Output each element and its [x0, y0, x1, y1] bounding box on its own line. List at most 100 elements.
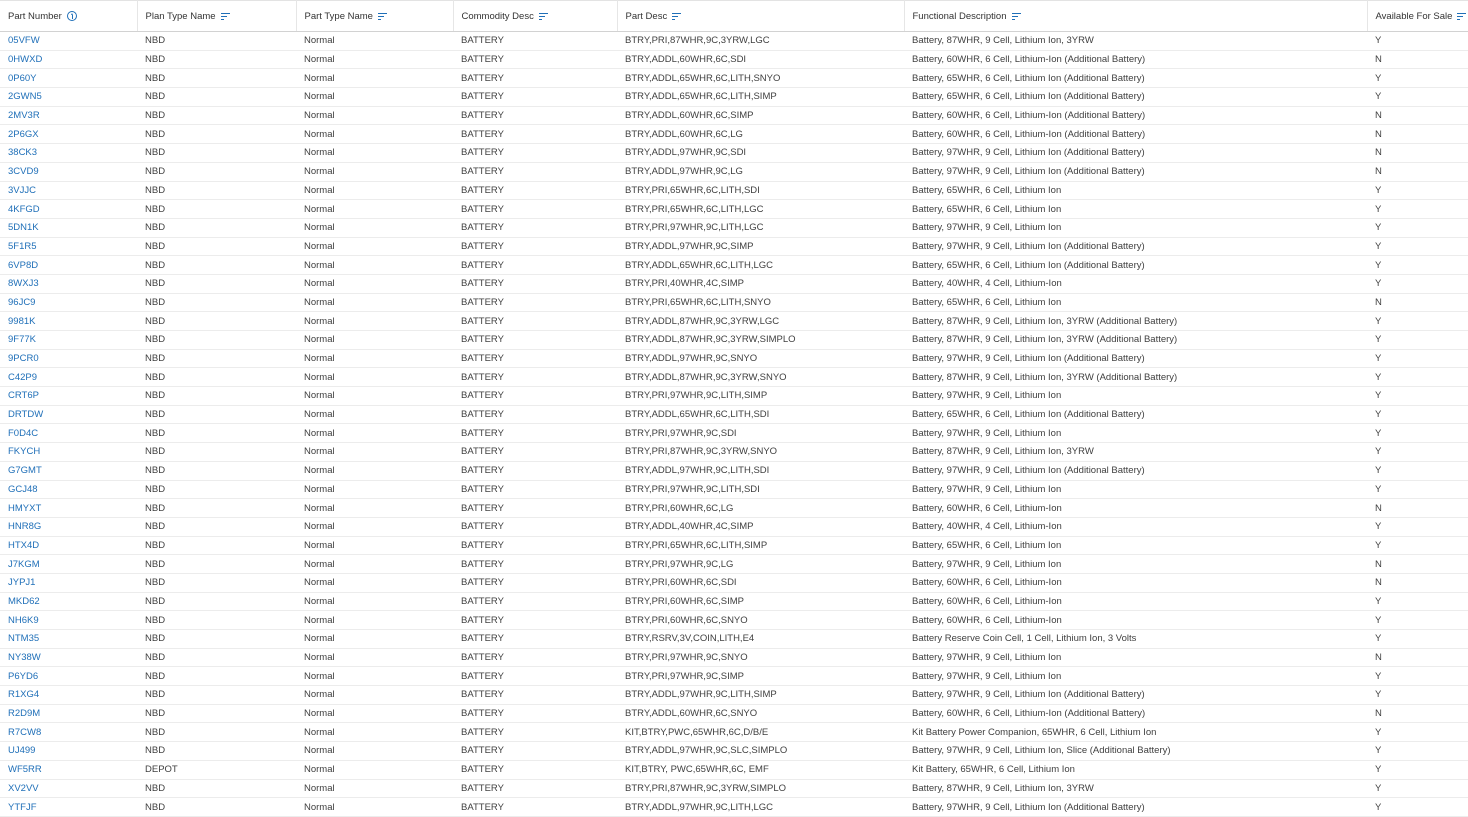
- part-number-link[interactable]: WF5RR: [0, 760, 137, 780]
- part-number-link[interactable]: 2MV3R: [0, 106, 137, 126]
- table-row[interactable]: P6YD6 NBD Normal BATTERY BTRY,PRI,97WHR,9C,S…: [0, 666, 1468, 687]
- filter-icon[interactable]: [1457, 12, 1467, 20]
- table-row[interactable]: 5DN1K NBD Normal BATTERY BTRY,PRI,97WHR,9C,L…: [0, 218, 1468, 238]
- table-row[interactable]: HTX4D NBD Normal BATTERY BTRY,PRI,65WHR,6C,L…: [0, 536, 1468, 556]
- part-number-link[interactable]: 9981K: [0, 311, 137, 331]
- part-number-link[interactable]: JYPJ1: [0, 573, 137, 593]
- table-row[interactable]: HMYXT NBD Normal BATTERY BTRY,PRI,60WHR,6C,L…: [0, 498, 1468, 518]
- part-number-link[interactable]: 4KFGD: [0, 199, 137, 219]
- table-row[interactable]: HNR8G NBD Normal BATTERY BTRY,ADDL,40WHR,4C,…: [0, 517, 1468, 537]
- sort-ascending-icon[interactable]: [66, 11, 77, 21]
- table-row[interactable]: FKYCH NBD Normal BATTERY BTRY,PRI,87WHR,9C,3…: [0, 442, 1468, 462]
- column-header-plan-type-name[interactable]: Plan Type Name: [137, 0, 297, 32]
- table-row[interactable]: 8WXJ3 NBD Normal BATTERY BTRY,PRI,40WHR,4C,S…: [0, 274, 1468, 294]
- part-number-link[interactable]: NH6K9: [0, 610, 137, 630]
- table-row[interactable]: 2MV3R NBD Normal BATTERY BTRY,ADDL,60WHR,6C,…: [0, 106, 1468, 126]
- table-row[interactable]: R7CW8 NBD Normal BATTERY KIT,BTRY,PWC,65WHR,…: [0, 722, 1468, 743]
- part-number-link[interactable]: YTFJF: [0, 797, 137, 817]
- part-number-link[interactable]: 0HWXD: [0, 50, 137, 70]
- part-number-link[interactable]: R7CW8: [0, 722, 137, 743]
- table-row[interactable]: F0D4C NBD Normal BATTERY BTRY,PRI,97WHR,9C,S…: [0, 423, 1468, 444]
- filter-icon[interactable]: [1011, 12, 1021, 20]
- table-row[interactable]: NH6K9 NBD Normal BATTERY BTRY,PRI,60WHR,6C,S…: [0, 610, 1468, 630]
- part-number-link[interactable]: 6VP8D: [0, 255, 137, 275]
- part-number-link[interactable]: GCJ48: [0, 480, 137, 500]
- column-header-part-desc[interactable]: Part Desc: [617, 0, 905, 32]
- part-number-link[interactable]: 2GWN5: [0, 87, 137, 107]
- part-number-link[interactable]: F0D4C: [0, 423, 137, 444]
- part-number-link[interactable]: UJ499: [0, 741, 137, 761]
- part-number-link[interactable]: C42P9: [0, 367, 137, 388]
- table-row[interactable]: NY38W NBD Normal BATTERY BTRY,PRI,97WHR,9C,S…: [0, 648, 1468, 668]
- column-header-part-type-name[interactable]: Part Type Name: [296, 0, 454, 32]
- column-header-commodity-desc[interactable]: Commodity Desc: [453, 0, 618, 32]
- table-row[interactable]: WF5RR DEPOT Normal BATTERY KIT,BTRY, PWC,65W…: [0, 760, 1468, 780]
- table-row[interactable]: 38CK3 NBD Normal BATTERY BTRY,ADDL,97WHR,9C,…: [0, 143, 1468, 163]
- part-number-link[interactable]: FKYCH: [0, 442, 137, 462]
- part-number-link[interactable]: 2P6GX: [0, 124, 137, 145]
- part-number-link[interactable]: HMYXT: [0, 498, 137, 518]
- part-number-link[interactable]: CRT6P: [0, 386, 137, 406]
- table-row[interactable]: J7KGM NBD Normal BATTERY BTRY,PRI,97WHR,9C,L…: [0, 554, 1468, 574]
- table-row[interactable]: C42P9 NBD Normal BATTERY BTRY,ADDL,87WHR,9C,…: [0, 367, 1468, 388]
- table-row[interactable]: 0HWXD NBD Normal BATTERY BTRY,ADDL,60WHR,6C,…: [0, 50, 1468, 70]
- table-row[interactable]: 2GWN5 NBD Normal BATTERY BTRY,ADDL,65WHR,6C,…: [0, 87, 1468, 107]
- table-row[interactable]: R1XG4 NBD Normal BATTERY BTRY,ADDL,97WHR,9C,…: [0, 685, 1468, 705]
- table-row[interactable]: 9F77K NBD Normal BATTERY BTRY,ADDL,87WHR,9C,…: [0, 330, 1468, 350]
- table-row[interactable]: DRTDW NBD Normal BATTERY BTRY,ADDL,65WHR,6C,…: [0, 405, 1468, 425]
- part-number-link[interactable]: 05VFW: [0, 31, 137, 51]
- part-number-link[interactable]: R2D9M: [0, 704, 137, 724]
- table-row[interactable]: 5F1R5 NBD Normal BATTERY BTRY,ADDL,97WHR,9C,…: [0, 237, 1468, 257]
- part-desc-cell: BTRY,ADDL,97WHR,9C,SDI: [617, 143, 904, 163]
- part-number-link[interactable]: DRTDW: [0, 405, 137, 425]
- table-row[interactable]: 3CVD9 NBD Normal BATTERY BTRY,ADDL,97WHR,9C,…: [0, 162, 1468, 182]
- table-row[interactable]: UJ499 NBD Normal BATTERY BTRY,ADDL,97WHR,9C,…: [0, 741, 1468, 761]
- table-row[interactable]: 6VP8D NBD Normal BATTERY BTRY,ADDL,65WHR,6C,…: [0, 255, 1468, 275]
- part-number-link[interactable]: 0P60Y: [0, 68, 137, 89]
- column-header-functional-description[interactable]: Functional Description: [904, 0, 1368, 32]
- filter-icon[interactable]: [672, 12, 682, 20]
- part-number-link[interactable]: XV2VV: [0, 779, 137, 799]
- part-number-link[interactable]: 5DN1K: [0, 218, 137, 238]
- part-number-link[interactable]: 5F1R5: [0, 237, 137, 257]
- part-number-link[interactable]: HNR8G: [0, 517, 137, 537]
- part-number-link[interactable]: 96JC9: [0, 293, 137, 313]
- part-number-link[interactable]: NTM35: [0, 629, 137, 649]
- part-number-link[interactable]: 3CVD9: [0, 162, 137, 182]
- table-row[interactable]: JYPJ1 NBD Normal BATTERY BTRY,PRI,60WHR,6C,S…: [0, 573, 1468, 593]
- part-number-link[interactable]: NY38W: [0, 648, 137, 668]
- part-number-link[interactable]: G7GMT: [0, 461, 137, 481]
- table-row[interactable]: CRT6P NBD Normal BATTERY BTRY,PRI,97WHR,9C,L…: [0, 386, 1468, 406]
- filter-icon[interactable]: [220, 12, 230, 20]
- column-header-available-for-sale[interactable]: Available For Sale: [1367, 0, 1468, 32]
- commodity-cell: BATTERY: [453, 685, 617, 705]
- part-number-link[interactable]: MKD62: [0, 592, 137, 612]
- table-row[interactable]: YTFJF NBD Normal BATTERY BTRY,ADDL,97WHR,9C,…: [0, 797, 1468, 817]
- table-row[interactable]: 96JC9 NBD Normal BATTERY BTRY,PRI,65WHR,6C,L…: [0, 293, 1468, 313]
- table-row[interactable]: 9981K NBD Normal BATTERY BTRY,ADDL,87WHR,9C,…: [0, 311, 1468, 331]
- column-header-part-number[interactable]: Part Number: [0, 0, 138, 32]
- part-number-link[interactable]: 9PCR0: [0, 349, 137, 369]
- table-row[interactable]: 3VJJC NBD Normal BATTERY BTRY,PRI,65WHR,6C,L…: [0, 181, 1468, 201]
- table-row[interactable]: 2P6GX NBD Normal BATTERY BTRY,ADDL,60WHR,6C,…: [0, 124, 1468, 145]
- table-row[interactable]: NTM35 NBD Normal BATTERY BTRY,RSRV,3V,COIN,L…: [0, 629, 1468, 649]
- table-row[interactable]: R2D9M NBD Normal BATTERY BTRY,ADDL,60WHR,6C,…: [0, 704, 1468, 724]
- table-row[interactable]: 0P60Y NBD Normal BATTERY BTRY,ADDL,65WHR,6C,…: [0, 68, 1468, 89]
- table-row[interactable]: XV2VV NBD Normal BATTERY BTRY,PRI,87WHR,9C,3…: [0, 779, 1468, 799]
- filter-icon[interactable]: [377, 12, 387, 20]
- part-number-link[interactable]: 9F77K: [0, 330, 137, 350]
- table-row[interactable]: 9PCR0 NBD Normal BATTERY BTRY,ADDL,97WHR,9C,…: [0, 349, 1468, 369]
- part-number-link[interactable]: P6YD6: [0, 666, 137, 687]
- part-number-link[interactable]: 38CK3: [0, 143, 137, 163]
- table-row[interactable]: 05VFW NBD Normal BATTERY BTRY,PRI,87WHR,9C,3…: [0, 31, 1468, 51]
- part-number-link[interactable]: 3VJJC: [0, 181, 137, 201]
- table-row[interactable]: MKD62 NBD Normal BATTERY BTRY,PRI,60WHR,6C,S…: [0, 592, 1468, 612]
- part-number-link[interactable]: 8WXJ3: [0, 274, 137, 294]
- table-row[interactable]: 4KFGD NBD Normal BATTERY BTRY,PRI,65WHR,6C,L…: [0, 199, 1468, 219]
- filter-icon[interactable]: [538, 12, 548, 20]
- part-number-link[interactable]: J7KGM: [0, 554, 137, 574]
- table-row[interactable]: GCJ48 NBD Normal BATTERY BTRY,PRI,97WHR,9C,L…: [0, 480, 1468, 500]
- part-number-link[interactable]: R1XG4: [0, 685, 137, 705]
- part-number-link[interactable]: HTX4D: [0, 536, 137, 556]
- table-row[interactable]: G7GMT NBD Normal BATTERY BTRY,ADDL,97WHR,9C,…: [0, 461, 1468, 481]
